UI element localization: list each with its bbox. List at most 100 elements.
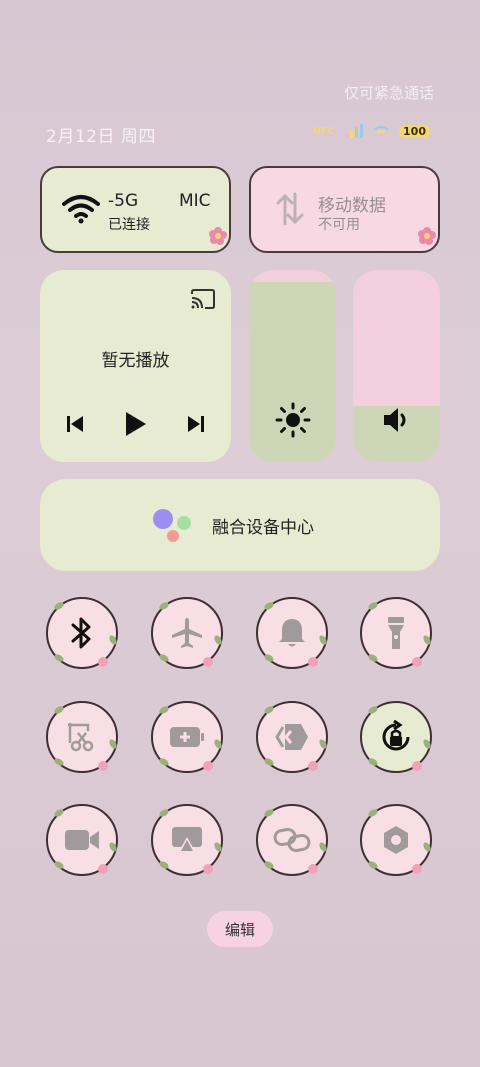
blossom-decoration-icon — [412, 864, 422, 874]
screenshot-icon — [68, 723, 94, 752]
signal-icon — [345, 124, 364, 138]
blossom-decoration-icon — [412, 761, 422, 771]
mobile-data-status: 不可用 — [318, 217, 360, 233]
brightness-slider-remainder — [249, 270, 336, 282]
leaf-decoration-icon — [421, 841, 433, 853]
link-icon — [273, 828, 311, 852]
leaf-decoration-icon — [263, 756, 275, 768]
leaf-decoration-icon — [107, 841, 119, 853]
leaf-decoration-icon — [158, 807, 170, 819]
bluetooth-icon — [71, 617, 91, 649]
toggle-airplane-mode[interactable] — [151, 597, 224, 669]
leaf-decoration-icon — [158, 600, 170, 612]
edit-button[interactable]: 编辑 — [207, 911, 273, 947]
leaf-decoration-icon — [263, 859, 275, 871]
battery-saver-icon — [170, 727, 204, 747]
toggle-battery-saver[interactable] — [151, 701, 224, 773]
play-icon[interactable] — [124, 410, 148, 438]
previous-track-icon[interactable] — [65, 414, 85, 434]
blossom-decoration-icon — [203, 864, 213, 874]
flower-decoration-icon — [418, 227, 436, 245]
leaf-decoration-icon — [367, 807, 379, 819]
cast-icon[interactable] — [190, 288, 216, 310]
leaf-decoration-icon — [263, 652, 275, 664]
wifi-status-icon — [373, 126, 389, 137]
fusion-device-center-button[interactable]: 融合设备中心 — [40, 479, 440, 571]
leaf-decoration-icon — [212, 738, 224, 750]
emergency-call-text: 仅可紧急通话 — [343, 84, 434, 102]
leaf-decoration-icon — [263, 600, 275, 612]
leaf-decoration-icon — [158, 859, 170, 871]
leaf-decoration-icon — [53, 600, 65, 612]
leaf-decoration-icon — [212, 634, 224, 646]
leaf-decoration-icon — [263, 704, 275, 716]
toggle-direct-connect[interactable] — [256, 701, 329, 773]
mobile-data-title: 移动数据 — [318, 196, 386, 216]
status-icons: NFC 100 — [312, 124, 430, 138]
toggle-bluetooth[interactable] — [46, 597, 119, 669]
blossom-decoration-icon — [98, 864, 108, 874]
blossom-decoration-icon — [203, 761, 213, 771]
media-status: 暂无播放 — [101, 351, 170, 371]
toggle-screenshot[interactable] — [46, 701, 119, 773]
toggle-rotation-lock[interactable] — [360, 701, 433, 773]
leaf-decoration-icon — [367, 859, 379, 871]
leaf-decoration-icon — [158, 652, 170, 664]
next-track-icon[interactable] — [186, 414, 206, 434]
blossom-decoration-icon — [203, 657, 213, 667]
wifi-ssid-tail: MIC — [179, 191, 211, 211]
leaf-decoration-icon — [367, 600, 379, 612]
leaf-decoration-icon — [367, 704, 379, 716]
data-transfer-icon — [276, 192, 304, 226]
fusion-device-label: 融合设备中心 — [212, 518, 314, 538]
date-text: 2月12日 周四 — [46, 127, 156, 147]
wifi-icon — [62, 195, 100, 224]
toggle-screen-cast[interactable] — [151, 804, 224, 876]
toggle-flashlight[interactable] — [360, 597, 433, 669]
rotation-lock-icon — [382, 719, 410, 751]
screen-record-icon — [65, 830, 99, 850]
leaf-decoration-icon — [158, 756, 170, 768]
wifi-tile[interactable]: -5G MIC 已连接 — [40, 166, 231, 253]
flashlight-icon — [388, 617, 404, 649]
blossom-decoration-icon — [308, 864, 318, 874]
fusion-device-icon — [153, 509, 191, 542]
toggle-notification-bell[interactable] — [256, 597, 329, 669]
leaf-decoration-icon — [317, 634, 329, 646]
volume-slider[interactable] — [353, 270, 440, 462]
flower-decoration-icon — [209, 227, 227, 245]
toggle-screen-record[interactable] — [46, 804, 119, 876]
bell-icon — [279, 619, 305, 647]
leaf-decoration-icon — [367, 652, 379, 664]
battery-icon: 100 — [399, 124, 430, 138]
leaf-decoration-icon — [317, 738, 329, 750]
leaf-decoration-icon — [107, 738, 119, 750]
leaf-decoration-icon — [53, 652, 65, 664]
blossom-decoration-icon — [308, 761, 318, 771]
leaf-decoration-icon — [53, 859, 65, 871]
leaf-decoration-icon — [53, 807, 65, 819]
blossom-decoration-icon — [412, 657, 422, 667]
toggle-link[interactable] — [256, 804, 329, 876]
wifi-ssid: -5G — [108, 191, 139, 211]
leaf-decoration-icon — [421, 634, 433, 646]
brightness-icon — [275, 402, 311, 438]
leaf-decoration-icon — [158, 704, 170, 716]
brightness-slider[interactable] — [249, 270, 336, 462]
nfc-icon: NFC — [312, 125, 336, 137]
blossom-decoration-icon — [308, 657, 318, 667]
toggle-settings[interactable] — [360, 804, 433, 876]
media-player-card[interactable]: 暂无播放 — [40, 270, 231, 462]
blossom-decoration-icon — [98, 761, 108, 771]
leaf-decoration-icon — [317, 841, 329, 853]
settings-hex-icon — [384, 826, 408, 854]
leaf-decoration-icon — [367, 756, 379, 768]
mobile-data-tile[interactable]: 移动数据 不可用 — [249, 166, 440, 253]
leaf-decoration-icon — [53, 756, 65, 768]
leaf-decoration-icon — [263, 807, 275, 819]
leaf-decoration-icon — [212, 841, 224, 853]
leaf-decoration-icon — [53, 704, 65, 716]
direct-connect-icon — [275, 724, 308, 750]
wifi-status: 已连接 — [108, 217, 150, 233]
leaf-decoration-icon — [421, 738, 433, 750]
